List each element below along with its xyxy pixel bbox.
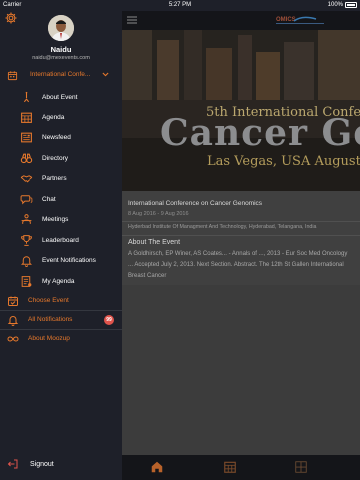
menu-item-label: Event Notifications	[42, 257, 96, 264]
menu-item-directory[interactable]: Directory	[0, 149, 122, 169]
infinity-icon	[7, 336, 19, 342]
avatar[interactable]	[48, 15, 74, 41]
calendar-event-icon	[7, 71, 18, 81]
event-selector[interactable]: International Confe...	[0, 67, 122, 83]
signout-icon	[7, 459, 18, 469]
menu-item-label: Directory	[42, 155, 69, 162]
menu-item-label: My Agenda	[42, 278, 75, 285]
event-venue: Hyderbad Institute Of Managment And Tech…	[128, 224, 317, 230]
battery-percent: 100%	[327, 2, 343, 8]
menu-item-label: Meetings	[42, 216, 69, 223]
choose-event-button[interactable]: Choose Event	[0, 292, 122, 310]
menu-item-label: About Event	[42, 94, 78, 101]
hamburger-menu-icon[interactable]	[127, 16, 137, 24]
menu-item-leaderboard[interactable]: Leaderboard	[0, 231, 122, 251]
menu-item-label: Partners	[42, 175, 67, 182]
divider	[122, 235, 360, 236]
grid-icon[interactable]	[294, 460, 308, 474]
trophy-icon	[21, 235, 32, 246]
menu-item-agenda[interactable]: Agenda	[0, 108, 122, 128]
omics-logo: OMICS	[272, 13, 328, 27]
menu-item-event-notifications[interactable]: Event Notifications	[0, 251, 122, 271]
chat-bubble-icon	[20, 195, 33, 205]
sidebar: Naidu naidu@mexevents.com International …	[0, 11, 122, 480]
signout-label: Signout	[30, 461, 54, 468]
current-event-label: International Confe...	[30, 71, 91, 78]
choose-event-label: Choose Event	[28, 297, 69, 304]
logo-text: OMICS	[276, 17, 296, 23]
status-bar: Carrier 5:27 PM 100%	[0, 0, 360, 11]
menu-item-label: Leaderboard	[42, 237, 79, 244]
home-icon[interactable]	[150, 460, 164, 474]
calendar-icon[interactable]	[223, 460, 237, 474]
divider	[122, 221, 360, 222]
event-dates: 8 Aug 2016 - 9 Aug 2016	[128, 211, 189, 217]
notification-count-badge: 99	[104, 315, 114, 325]
profile-name: Naidu	[50, 45, 72, 54]
meetings-icon	[21, 214, 32, 224]
event-info-card[interactable]: International Conference on Cancer Genom…	[122, 191, 360, 285]
binoculars-icon	[20, 153, 33, 164]
newspaper-icon	[21, 132, 32, 143]
menu-item-label: Newsfeed	[42, 134, 71, 141]
profile-email: naidu@mexevents.com	[32, 55, 90, 61]
battery-indicator: 100%	[328, 2, 357, 8]
about-event-text: A Goldhirsch, EP Winer, AS Coates... - A…	[128, 251, 348, 279]
calendar-check-icon	[8, 296, 18, 306]
calendar-grid-icon	[21, 112, 32, 123]
event-title: International Conference on Cancer Genom…	[128, 200, 263, 207]
info-icon	[23, 91, 30, 103]
menu-item-newsfeed[interactable]: Newsfeed	[0, 128, 122, 148]
banner-main-title: Cancer Gen	[160, 112, 360, 154]
menu-item-label: Agenda	[42, 114, 65, 121]
chevron-down-icon	[102, 72, 109, 77]
handshake-icon	[20, 175, 33, 183]
my-agenda-icon	[21, 276, 32, 287]
menu-item-chat[interactable]: Chat	[0, 190, 122, 210]
event-banner[interactable]: 5th International Confe Cancer Gen Las V…	[122, 30, 360, 191]
banner-location-date: Las Vegas, USA August	[207, 154, 360, 169]
all-notifications-button[interactable]: All Notifications 99	[0, 311, 122, 329]
bell-icon	[7, 316, 19, 326]
signout-button[interactable]: Signout	[0, 456, 122, 474]
battery-icon	[345, 2, 357, 8]
menu-item-meetings[interactable]: Meetings	[0, 210, 122, 230]
about-moozup-button[interactable]: About Moozup	[0, 330, 122, 348]
about-event-heading: About The Event	[128, 239, 181, 246]
top-bar: OMICS	[122, 11, 360, 30]
gear-icon[interactable]	[4, 11, 18, 25]
menu-item-label: Chat	[42, 196, 56, 203]
bottom-tab-bar	[122, 455, 360, 480]
bell-icon	[20, 256, 33, 267]
menu-item-about-event[interactable]: About Event	[0, 88, 122, 108]
main-content: OMICS 5th International Confe Cancer Gen…	[122, 11, 360, 480]
about-moozup-label: About Moozup	[28, 335, 70, 342]
menu-item-partners[interactable]: Partners	[0, 169, 122, 189]
menu-item-my-agenda[interactable]: My Agenda	[0, 272, 122, 292]
clock: 5:27 PM	[168, 2, 192, 8]
all-notifications-label: All Notifications	[28, 316, 73, 323]
